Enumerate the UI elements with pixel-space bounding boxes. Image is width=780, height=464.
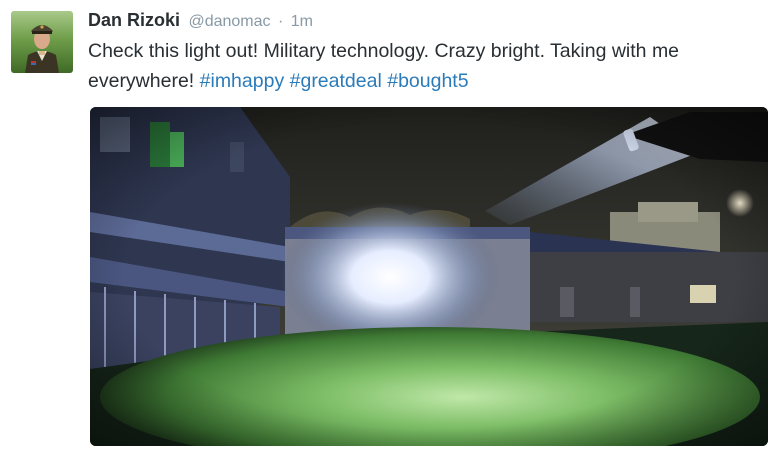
tweet-card: Dan Rizoki @danomac · 1m Check this ligh… (0, 0, 780, 464)
flashlight-photo-icon (90, 107, 768, 446)
hashtag-imhappy[interactable]: #imhappy (200, 70, 285, 92)
tweet-text: Check this light out! Military technolog… (88, 36, 768, 96)
separator-dot: · (277, 13, 284, 30)
hashtag-greatdeal[interactable]: #greatdeal (290, 70, 382, 92)
tweet-media-photo[interactable] (90, 107, 768, 446)
tweet-header: Dan Rizoki @danomac · 1m (88, 10, 313, 32)
author-handle[interactable]: @danomac (188, 13, 270, 30)
avatar-photo-icon (11, 11, 73, 73)
tweet-timestamp[interactable]: 1m (291, 13, 313, 30)
avatar[interactable] (11, 11, 73, 73)
tweet-body: Check this light out! Military technolog… (88, 40, 680, 92)
author-name[interactable]: Dan Rizoki (88, 10, 180, 30)
hashtag-bought5[interactable]: #bought5 (387, 70, 468, 92)
